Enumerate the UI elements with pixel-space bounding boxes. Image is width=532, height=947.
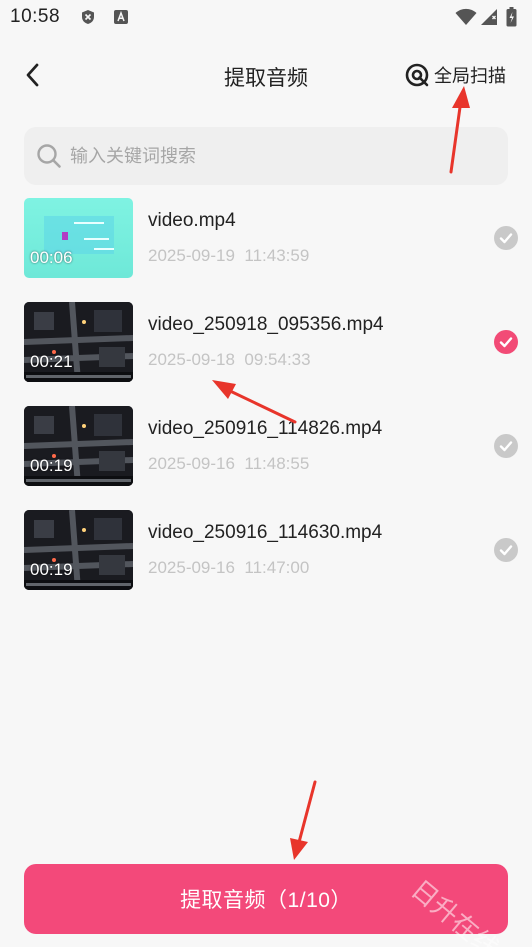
video-list-item[interactable]: 00:21 video_250918_095356.mp4 2025-09-18 0… — [0, 300, 532, 404]
search-icon — [37, 144, 61, 168]
video-file-name: video_250918_095356.mp4 — [148, 314, 384, 335]
video-thumbnail: 00:21 — [24, 302, 133, 382]
chevron-left-icon — [26, 63, 39, 87]
signal-icon — [481, 9, 497, 25]
video-duration: 00:19 — [30, 560, 73, 579]
check-icon — [499, 441, 513, 452]
a-icon — [114, 10, 128, 24]
video-list-item[interactable]: 00:19 video_250916_114826.mp4 2025-09-16 1… — [0, 404, 532, 508]
extract-audio-button[interactable]: 提取音频（1/10） — [24, 864, 508, 934]
back-button[interactable] — [24, 60, 58, 90]
check-icon — [499, 337, 513, 348]
check-icon — [499, 233, 513, 244]
video-file-name: video.mp4 — [148, 210, 236, 231]
video-file-name: video_250916_114826.mp4 — [148, 418, 383, 439]
search-input[interactable] — [70, 145, 470, 167]
video-duration: 00:06 — [30, 248, 73, 267]
video-file-date: 2025-09-19 11:43:59 — [148, 246, 310, 265]
video-duration: 00:19 — [30, 456, 73, 475]
video-thumbnail: 00:19 — [24, 406, 133, 486]
selected-checkbox[interactable] — [494, 330, 518, 354]
status-bar: 10:58 — [0, 0, 532, 36]
video-file-name: video_250916_114630.mp4 — [148, 522, 383, 543]
video-file-date: 2025-09-16 11:48:55 — [148, 454, 310, 473]
extract-audio-label: 提取音频（1/10） — [180, 889, 352, 912]
video-duration: 00:21 — [30, 352, 73, 371]
video-list: 00:06 video.mp4 2025-09-19 11:43:59 00:21 vi… — [0, 196, 532, 612]
scan-icon — [405, 63, 429, 87]
global-scan-button[interactable]: 全局扫描 — [404, 60, 506, 90]
wifi-icon — [455, 8, 477, 25]
global-scan-label: 全局扫描 — [434, 66, 506, 86]
unselected-checkbox[interactable] — [494, 538, 518, 562]
status-time: 10:58 — [10, 6, 61, 27]
search-bar — [24, 127, 508, 185]
unselected-checkbox[interactable] — [494, 226, 518, 250]
video-file-date: 2025-09-16 11:47:00 — [148, 558, 310, 577]
app-header: 提取音频 全局扫描 — [0, 50, 532, 100]
check-icon — [499, 545, 513, 556]
video-list-item[interactable]: 00:19 video_250916_114630.mp4 2025-09-16 1… — [0, 508, 532, 612]
video-file-date: 2025-09-18 09:54:33 — [148, 350, 311, 369]
video-thumbnail: 00:19 — [24, 510, 133, 590]
battery-icon — [506, 7, 517, 27]
arrow-to-extract-button — [290, 780, 317, 860]
video-thumbnail: 00:06 — [24, 198, 133, 278]
shield-icon — [82, 10, 94, 24]
video-list-item[interactable]: 00:06 video.mp4 2025-09-19 11:43:59 — [0, 196, 532, 300]
unselected-checkbox[interactable] — [494, 434, 518, 458]
